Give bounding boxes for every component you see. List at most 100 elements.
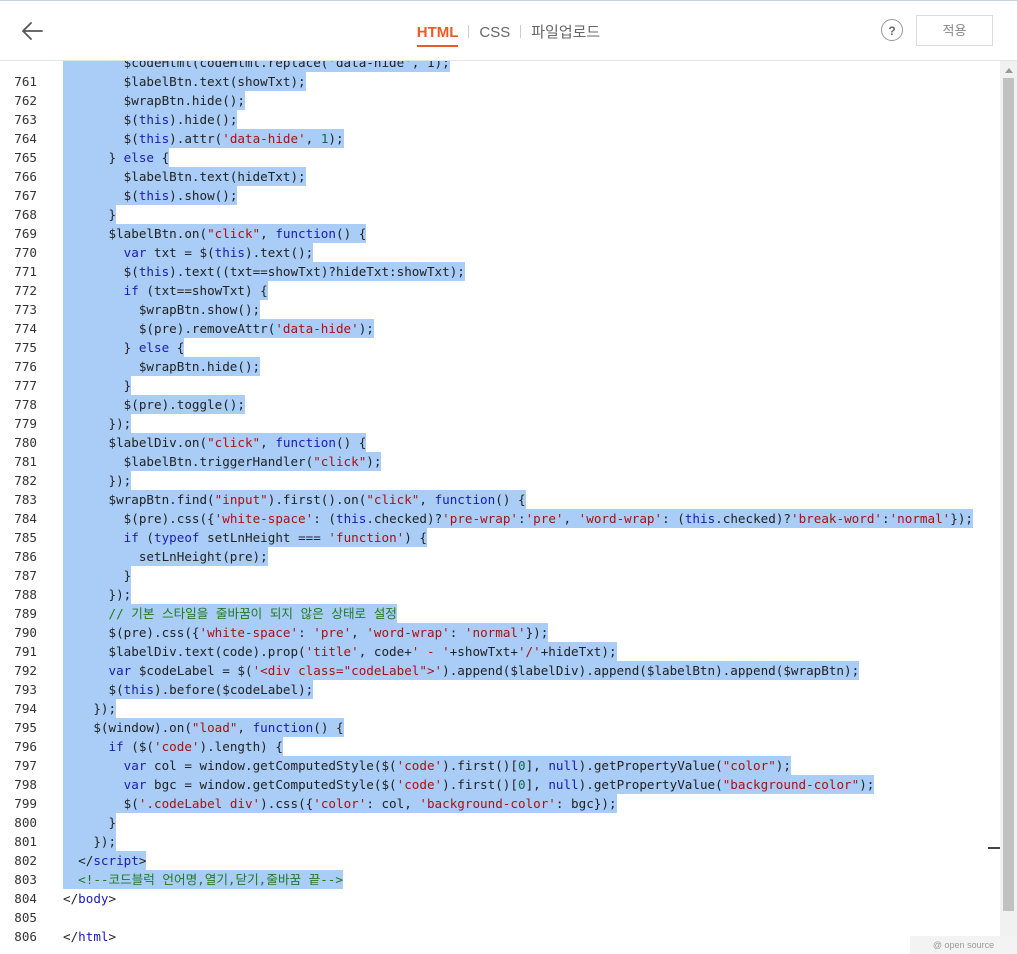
line-number: 777 bbox=[14, 378, 37, 393]
line-number: 785 bbox=[14, 530, 37, 545]
line-number: 775 bbox=[14, 340, 37, 355]
line-number: 783 bbox=[14, 492, 37, 507]
line-number: 804 bbox=[14, 891, 37, 906]
text-cursor bbox=[988, 847, 1000, 849]
line-number: 793 bbox=[14, 682, 37, 697]
line-number: 806 bbox=[14, 929, 37, 944]
apply-button[interactable]: 적용 bbox=[916, 15, 993, 46]
line-number: 764 bbox=[14, 131, 37, 146]
line-code: $labelDiv.on("click", function() { bbox=[63, 433, 367, 452]
line-number: 802 bbox=[14, 853, 37, 868]
line-code: $(pre).toggle(); bbox=[63, 395, 245, 414]
line-code: } else { bbox=[63, 338, 185, 357]
line-code: }); bbox=[63, 585, 132, 604]
tab-divider bbox=[520, 25, 522, 38]
line-code: $(pre).removeAttr('data-hide'); bbox=[63, 319, 374, 338]
line-number: 763 bbox=[14, 112, 37, 127]
line-code: </body> bbox=[63, 891, 117, 906]
line-code: $codeHtml(codeHtml.replace('data-hide', … bbox=[63, 61, 450, 72]
line-code: $wrapBtn.hide(); bbox=[63, 357, 261, 376]
tab-file-upload[interactable]: 파일업로드 bbox=[531, 21, 600, 42]
line-code: setLnHeight(pre); bbox=[63, 547, 268, 566]
tab-divider bbox=[468, 25, 470, 38]
line-number: 800 bbox=[14, 815, 37, 830]
line-number: 805 bbox=[14, 910, 37, 925]
line-code: $(this).before($codeLabel); bbox=[63, 680, 314, 699]
line-code: $wrapBtn.find("input").first().on("click… bbox=[63, 490, 526, 509]
line-number: 797 bbox=[14, 758, 37, 773]
help-button[interactable]: ? bbox=[881, 19, 903, 41]
line-code: $labelBtn.triggerHandler("click"); bbox=[63, 452, 382, 471]
line-code: } bbox=[63, 566, 132, 585]
line-code: } bbox=[63, 376, 132, 395]
line-number: 784 bbox=[14, 511, 37, 526]
line-code: } bbox=[63, 813, 117, 832]
line-code: var col = window.getComputedStyle($('cod… bbox=[63, 756, 791, 775]
line-number: 767 bbox=[14, 188, 37, 203]
line-code: $('.codeLabel div').css({'color': col, '… bbox=[63, 794, 617, 813]
line-number: 762 bbox=[14, 93, 37, 108]
tab-css[interactable]: CSS bbox=[479, 24, 510, 41]
line-code: }); bbox=[63, 832, 117, 851]
line-number: 769 bbox=[14, 226, 37, 241]
line-code: $(this).attr('data-hide', 1); bbox=[63, 129, 344, 148]
editor-scrollbar[interactable] bbox=[1000, 61, 1017, 954]
code-editor[interactable]: $codeHtml(codeHtml.replace('data-hide', … bbox=[0, 61, 1000, 954]
tab-html[interactable]: HTML bbox=[416, 24, 459, 47]
line-number: 803 bbox=[14, 872, 37, 887]
line-code: }); bbox=[63, 699, 117, 718]
line-number: 782 bbox=[14, 473, 37, 488]
line-number: 786 bbox=[14, 549, 37, 564]
line-number: 796 bbox=[14, 739, 37, 754]
line-code: $(pre).css({'white-space': 'pre', 'word-… bbox=[63, 623, 549, 642]
scrollbar-thumb[interactable] bbox=[1003, 78, 1014, 911]
line-number: 790 bbox=[14, 625, 37, 640]
line-number: 778 bbox=[14, 397, 37, 412]
line-number: 794 bbox=[14, 701, 37, 716]
line-code: // 기본 스타일을 줄바꿈이 되지 않은 상태로 설정 bbox=[63, 604, 397, 623]
line-number: 798 bbox=[14, 777, 37, 792]
line-code: <!--코드블럭 언어명,열기,닫기,줄바꿈 끝--> bbox=[63, 870, 343, 889]
line-code: $(this).hide(); bbox=[63, 110, 238, 129]
line-code: $wrapBtn.show(); bbox=[63, 300, 261, 319]
line-number: 761 bbox=[14, 74, 37, 89]
open-source-link[interactable]: @ open source bbox=[910, 936, 1017, 954]
line-number: 788 bbox=[14, 587, 37, 602]
line-code: $(this).show(); bbox=[63, 186, 238, 205]
line-number: 799 bbox=[14, 796, 37, 811]
line-code: $(window).on("load", function() { bbox=[63, 718, 344, 737]
editor-tabs: HTML CSS 파일업로드 bbox=[0, 21, 1017, 47]
line-number: 770 bbox=[14, 245, 37, 260]
line-number: 791 bbox=[14, 644, 37, 659]
line-number: 765 bbox=[14, 150, 37, 165]
line-number: 781 bbox=[14, 454, 37, 469]
line-number: 795 bbox=[14, 720, 37, 735]
line-number: 768 bbox=[14, 207, 37, 222]
line-code: </html> bbox=[63, 929, 117, 944]
line-number: 801 bbox=[14, 834, 37, 849]
line-number: 779 bbox=[14, 416, 37, 431]
line-number: 771 bbox=[14, 264, 37, 279]
line-number: 780 bbox=[14, 435, 37, 450]
editor-header: HTML CSS 파일업로드 ? 적용 bbox=[0, 1, 1017, 61]
line-code: if (typeof setLnHeight === 'function') { bbox=[63, 528, 427, 547]
line-code: $(this).text((txt==showTxt)?hideTxt:show… bbox=[63, 262, 465, 281]
line-code: $(pre).css({'white-space': (this.checked… bbox=[63, 509, 974, 528]
line-number: 766 bbox=[14, 169, 37, 184]
line-code: }); bbox=[63, 471, 132, 490]
line-number: 773 bbox=[14, 302, 37, 317]
line-code: }); bbox=[63, 414, 132, 433]
line-number: 789 bbox=[14, 606, 37, 621]
line-code: var $codeLabel = $('<div class="codeLabe… bbox=[63, 661, 860, 680]
line-number: 787 bbox=[14, 568, 37, 583]
line-number: 774 bbox=[14, 321, 37, 336]
line-number: 772 bbox=[14, 283, 37, 298]
line-code: $labelBtn.on("click", function() { bbox=[63, 224, 367, 243]
line-code: $labelBtn.text(hideTxt); bbox=[63, 167, 306, 186]
line-code: } bbox=[63, 205, 117, 224]
line-number: 776 bbox=[14, 359, 37, 374]
line-code: var txt = $(this).text(); bbox=[63, 243, 314, 262]
line-code: $labelBtn.text(showTxt); bbox=[63, 72, 306, 91]
line-code: if (txt==showTxt) { bbox=[63, 281, 268, 300]
scroll-up-icon[interactable] bbox=[1005, 68, 1013, 73]
